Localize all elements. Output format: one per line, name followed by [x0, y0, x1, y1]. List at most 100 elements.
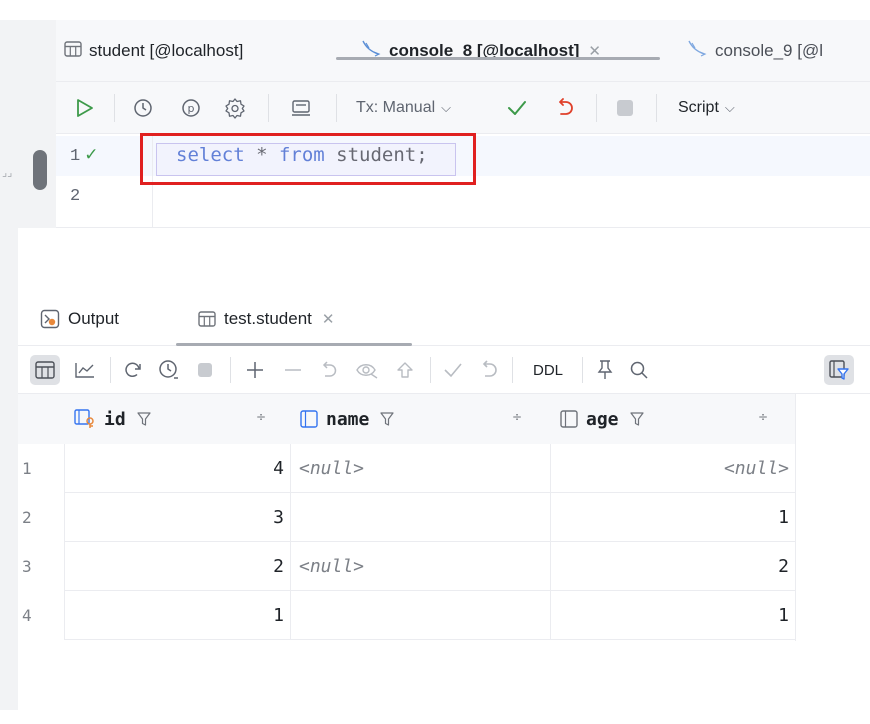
- column-header-age[interactable]: age ÷: [550, 394, 795, 444]
- execute-button[interactable]: [72, 94, 98, 122]
- revert-button[interactable]: [314, 355, 344, 385]
- column-header-name[interactable]: name ÷: [290, 394, 550, 444]
- cell-name[interactable]: [290, 591, 550, 640]
- commit-button[interactable]: [504, 94, 530, 122]
- tab-test-student[interactable]: test.student ✕: [198, 304, 334, 334]
- line-number: 2: [70, 187, 81, 206]
- filter-view-button[interactable]: [824, 355, 854, 385]
- script-label: Script: [678, 99, 719, 116]
- cell-id[interactable]: 4: [64, 444, 290, 493]
- row-number: 2: [18, 493, 64, 542]
- panel-icon: [292, 100, 310, 116]
- output-icon: [40, 309, 60, 329]
- checkmark-icon: [444, 363, 462, 378]
- line-number: 1 ✓: [70, 145, 99, 166]
- table-view-button[interactable]: [30, 355, 60, 385]
- cell-age[interactable]: 1: [550, 591, 795, 640]
- chevron-down-icon: ⌵: [724, 100, 735, 115]
- clock-icon: [159, 360, 178, 379]
- table-row[interactable]: 2 3 1: [18, 493, 795, 542]
- preview-button[interactable]: [352, 355, 382, 385]
- cell-name[interactable]: <null>: [290, 444, 550, 493]
- parameters-button[interactable]: p: [178, 94, 204, 122]
- parameter-icon: p: [182, 99, 200, 117]
- tab-label: console_9 [@l: [715, 41, 823, 60]
- cell-age[interactable]: 2: [550, 542, 795, 591]
- stop-button[interactable]: [190, 355, 220, 385]
- clock-icon: [134, 99, 152, 117]
- row-number: 3: [18, 542, 64, 591]
- success-check-icon: ✓: [84, 145, 99, 165]
- tab-console-9[interactable]: console_9 [@l: [686, 36, 823, 66]
- cell-id[interactable]: 3: [64, 493, 290, 542]
- pin-button[interactable]: [590, 355, 620, 385]
- tab-output[interactable]: Output: [40, 304, 119, 334]
- sort-icon[interactable]: ÷: [256, 410, 266, 424]
- minus-icon: [285, 369, 301, 371]
- undo-icon: [482, 360, 497, 377]
- ddl-label: DDL: [532, 361, 563, 379]
- tab-label: Output: [68, 309, 120, 328]
- column-header-id[interactable]: id ÷: [64, 394, 290, 444]
- cell-age[interactable]: 1: [550, 493, 795, 542]
- cell-name[interactable]: [290, 493, 550, 542]
- undo-icon: [559, 98, 573, 115]
- fold-marker: ⌟⌟: [2, 166, 13, 179]
- column-name: age: [586, 408, 619, 430]
- history-button[interactable]: [154, 355, 184, 385]
- plus-icon: [247, 362, 263, 378]
- tx-mode-label: Tx: Manual: [356, 99, 436, 116]
- gear-icon: [225, 98, 245, 119]
- filter-icon[interactable]: [379, 411, 395, 427]
- left-side-strip: [0, 20, 18, 710]
- filter-icon[interactable]: [136, 411, 152, 427]
- ddl-button[interactable]: DDL: [524, 355, 572, 385]
- tx-mode-dropdown[interactable]: Tx: Manual ⌵: [356, 94, 451, 122]
- tab-console-8[interactable]: console_8 [@localhost] ✕: [360, 36, 601, 66]
- layout-button[interactable]: [288, 94, 314, 122]
- column-name: name: [326, 408, 370, 430]
- cell-name[interactable]: <null>: [290, 542, 550, 591]
- sort-icon[interactable]: ÷: [758, 410, 768, 424]
- cell-age[interactable]: <null>: [550, 444, 795, 493]
- rollback-button[interactable]: [552, 94, 578, 122]
- tab-label: student [@localhost]: [89, 41, 244, 60]
- close-icon[interactable]: ✕: [322, 310, 335, 328]
- grid-header: id ÷ name ÷ age ÷: [18, 394, 795, 444]
- history-button[interactable]: [130, 94, 156, 122]
- table-row[interactable]: 3 2 <null> 2: [18, 542, 795, 591]
- table-row[interactable]: 4 1 1: [18, 591, 795, 640]
- primary-key-icon: [74, 409, 94, 428]
- cell-id[interactable]: 1: [64, 591, 290, 640]
- sort-icon[interactable]: ÷: [512, 410, 522, 424]
- stop-button[interactable]: [612, 94, 638, 122]
- rollback-button[interactable]: [474, 355, 504, 385]
- row-number: 4: [18, 591, 64, 640]
- commit-button[interactable]: [438, 355, 468, 385]
- tab-student[interactable]: student [@localhost]: [64, 36, 243, 66]
- delete-row-button[interactable]: [278, 355, 308, 385]
- editor-tab-bar: student [@localhost] console_8 [@localho…: [18, 20, 870, 82]
- column-name: id: [104, 408, 126, 430]
- table-icon: [198, 311, 216, 327]
- chart-view-button[interactable]: [70, 355, 100, 385]
- editor-toolbar: p Tx: Manual ⌵ Script ⌵: [18, 82, 870, 134]
- add-row-button[interactable]: [240, 355, 270, 385]
- search-button[interactable]: [624, 355, 654, 385]
- stop-icon: [198, 363, 212, 377]
- settings-button[interactable]: [222, 94, 248, 122]
- filter-icon: [829, 360, 849, 380]
- script-dropdown[interactable]: Script ⌵: [678, 94, 735, 122]
- cell-id[interactable]: 2: [64, 542, 290, 591]
- table-row[interactable]: 1 4 <null> <null>: [18, 444, 795, 493]
- results-toolbar: DDL: [18, 346, 870, 394]
- play-icon: [77, 99, 93, 117]
- column-icon: [300, 410, 318, 428]
- gutter-drag-handle[interactable]: [33, 150, 47, 190]
- filter-icon[interactable]: [629, 411, 645, 427]
- table-icon: [35, 361, 55, 379]
- column-icon: [560, 410, 578, 428]
- refresh-button[interactable]: [118, 355, 148, 385]
- submit-button[interactable]: [390, 355, 420, 385]
- stop-icon: [617, 100, 633, 116]
